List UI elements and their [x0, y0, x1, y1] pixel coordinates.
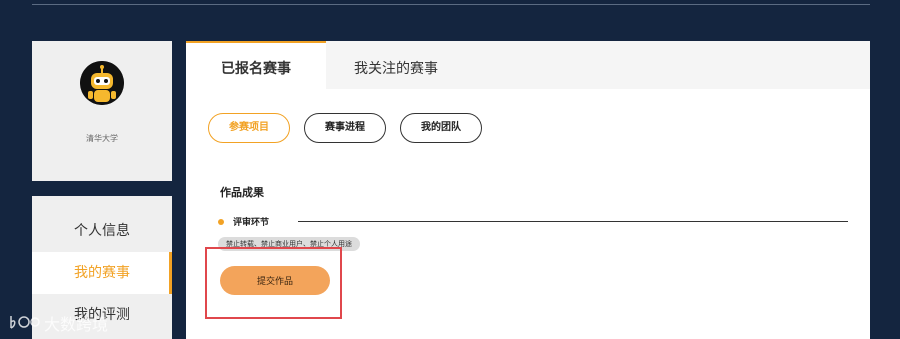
tab-followed-competitions[interactable]: 我关注的赛事	[354, 41, 438, 89]
stage-dot-icon	[218, 219, 224, 225]
main-content: 已报名赛事 我关注的赛事 参赛项目 赛事进程 我的团队 作品成果 评审环节 禁止…	[186, 41, 870, 339]
pill-project[interactable]: 参赛项目	[208, 113, 290, 143]
watermark-text: 大数跨境	[44, 315, 109, 334]
sidebar-item-my-competitions[interactable]: 我的赛事	[32, 252, 172, 294]
submit-work-button[interactable]: 提交作品	[220, 266, 330, 295]
robot-avatar-icon	[80, 61, 124, 105]
school-name: 清华大学	[86, 134, 118, 143]
tab-bar: 已报名赛事 我关注的赛事	[186, 41, 870, 89]
top-divider	[32, 4, 870, 5]
review-stage-divider	[298, 221, 848, 222]
review-stage-label: 评审环节	[233, 218, 270, 228]
watermark-logo-icon	[10, 316, 40, 329]
profile-card: 清华大学	[32, 41, 172, 181]
pill-progress[interactable]: 赛事进程	[304, 113, 386, 143]
sidebar-item-personal-info[interactable]: 个人信息	[32, 210, 172, 252]
section-title: 作品成果	[220, 186, 264, 199]
tab-registered-competitions[interactable]: 已报名赛事	[186, 41, 326, 89]
review-stage-row: 评审环节	[218, 215, 848, 229]
pill-my-team[interactable]: 我的团队	[400, 113, 482, 143]
